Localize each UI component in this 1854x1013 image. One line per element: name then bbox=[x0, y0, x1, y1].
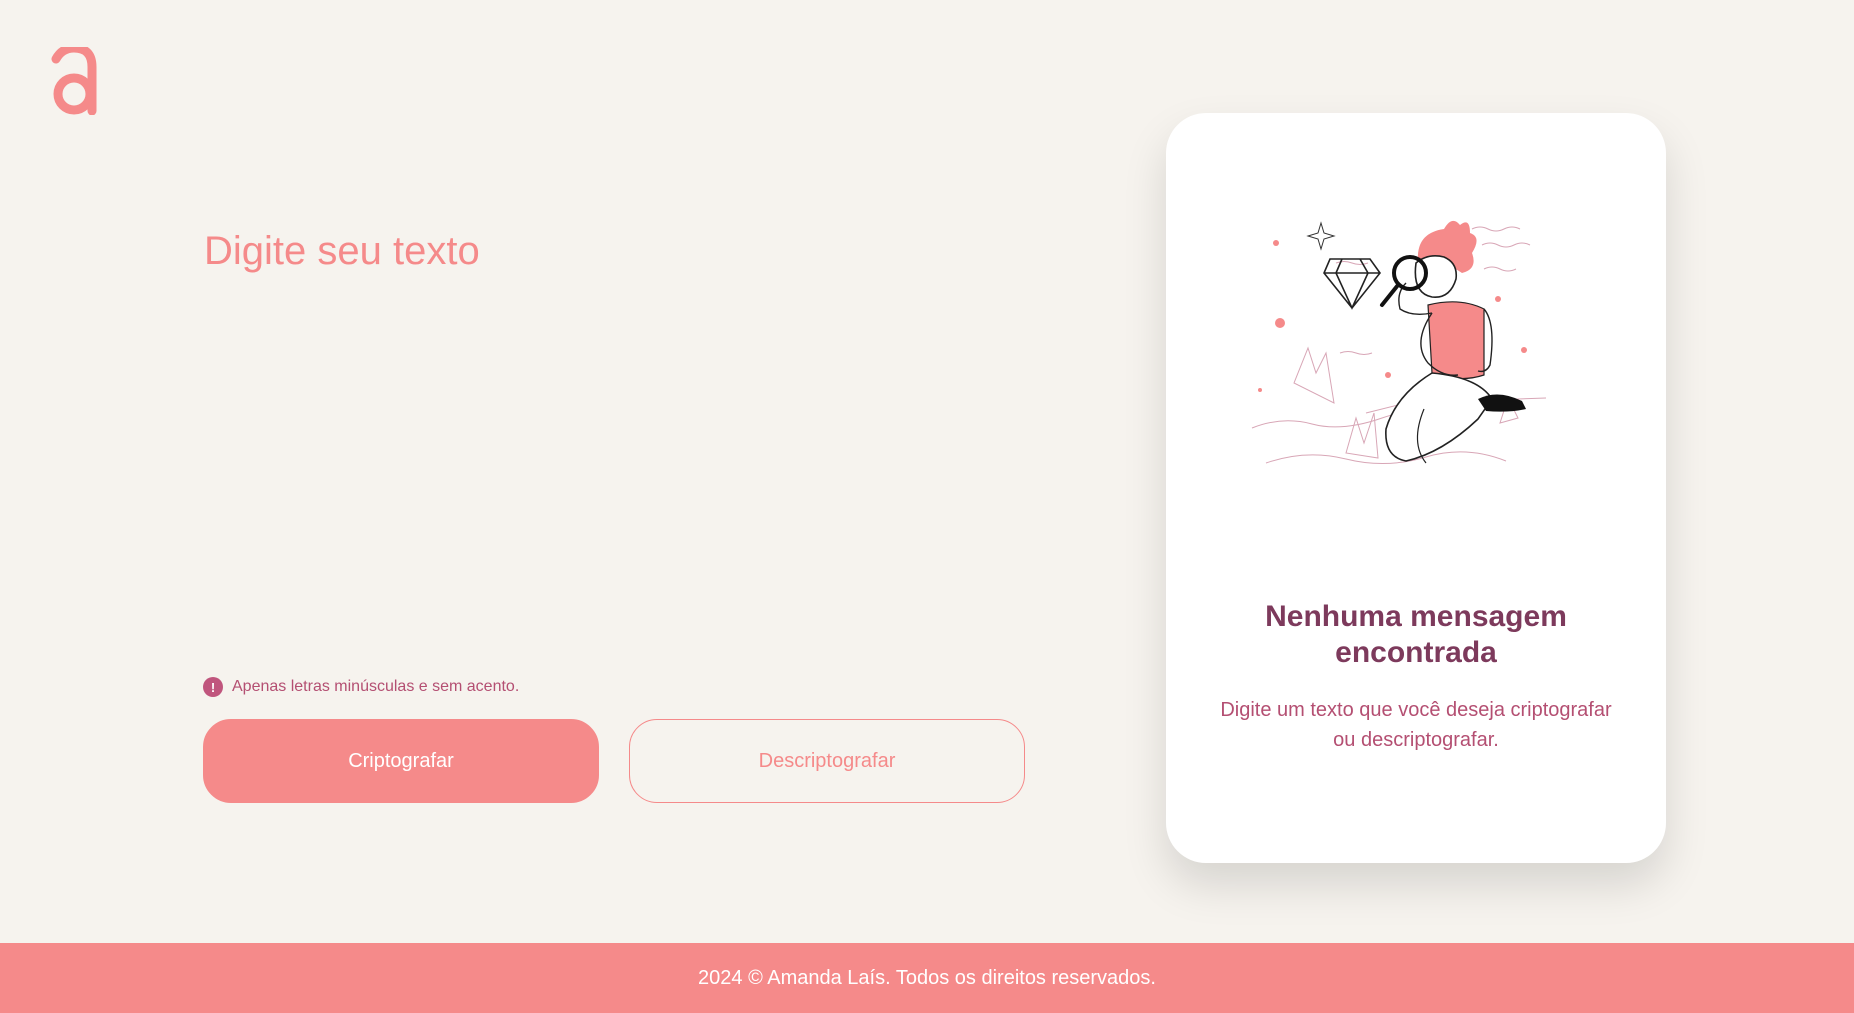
hint-text: Apenas letras minúsculas e sem acento. bbox=[232, 678, 520, 695]
person-magnifying-glass-diamond-illustration bbox=[1251, 220, 1547, 464]
footer-text: 2024 © Amanda Laís. Todos os direitos re… bbox=[698, 966, 1156, 989]
page: ! Apenas letras minúsculas e sem acento.… bbox=[0, 0, 1854, 1013]
encrypt-button[interactable]: Criptografar bbox=[203, 719, 599, 803]
footer: 2024 © Amanda Laís. Todos os direitos re… bbox=[0, 943, 1854, 1013]
input-hint: ! Apenas letras minúsculas e sem acento. bbox=[203, 677, 519, 697]
empty-state-title: Nenhuma mensagem encontrada bbox=[1265, 600, 1567, 669]
exclamation-circle-icon: ! bbox=[203, 677, 223, 697]
output-card: Nenhuma mensagem encontrada Digite um te… bbox=[1166, 113, 1666, 863]
empty-state-text: Digite um texto que você deseja criptogr… bbox=[1220, 699, 1612, 751]
logo-a-icon[interactable] bbox=[50, 47, 98, 115]
decrypt-button[interactable]: Descriptografar bbox=[629, 719, 1025, 803]
message-input[interactable] bbox=[204, 225, 1024, 655]
